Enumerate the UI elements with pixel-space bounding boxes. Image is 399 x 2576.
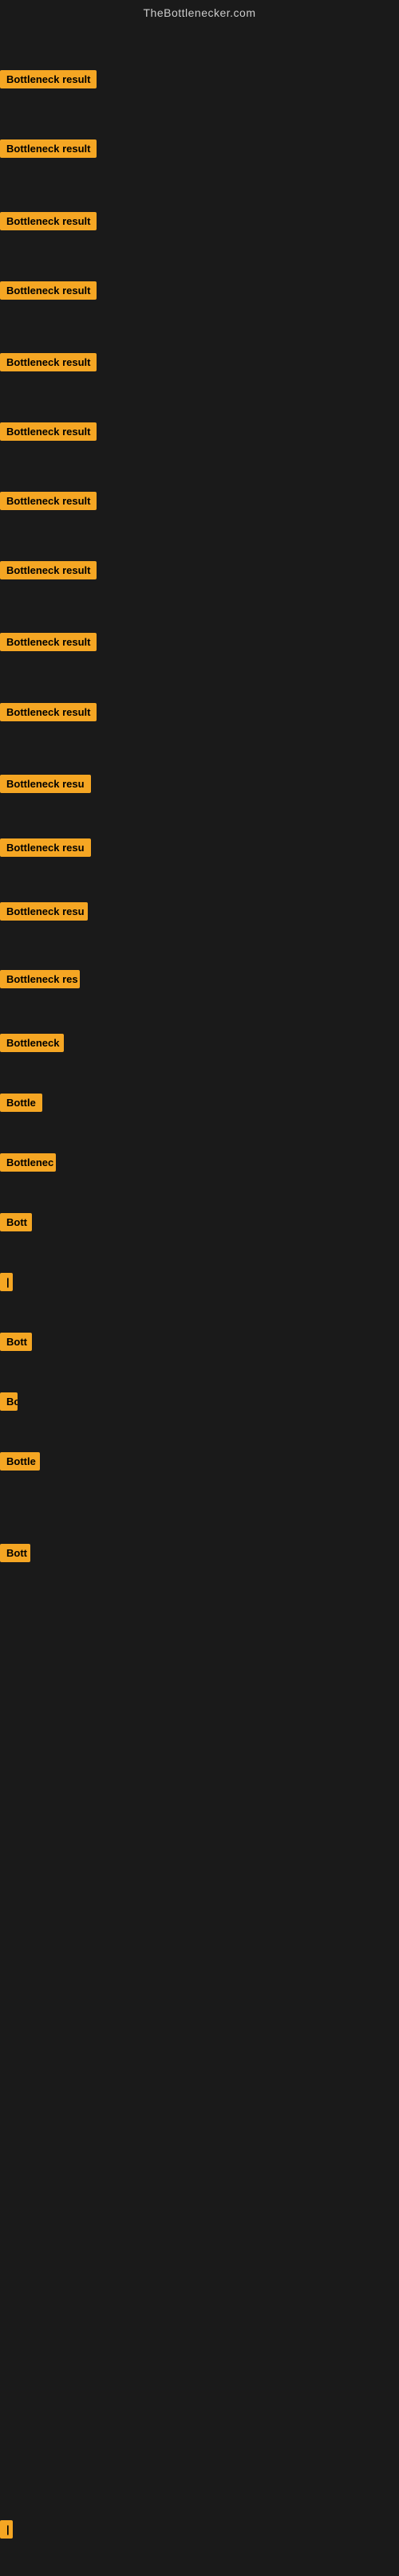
bottleneck-result-item-15[interactable]: Bottleneck [0,1034,64,1056]
bottleneck-result-item-12[interactable]: Bottleneck resu [0,838,91,861]
bottleneck-result-item-18[interactable]: Bott [0,1213,32,1235]
bottleneck-badge-3: Bottleneck result [0,212,97,230]
bottleneck-badge-14: Bottleneck res [0,970,80,988]
bottleneck-result-item-17[interactable]: Bottlenec [0,1153,56,1176]
bottleneck-badge-9: Bottleneck result [0,633,97,651]
bottleneck-badge-2: Bottleneck result [0,139,97,158]
bottleneck-badge-10: Bottleneck result [0,703,97,721]
bottleneck-badge-11: Bottleneck resu [0,775,91,793]
bottleneck-badge-12: Bottleneck resu [0,838,91,857]
bottleneck-result-item-22[interactable]: Bottle [0,1452,40,1475]
bottleneck-result-item-11[interactable]: Bottleneck resu [0,775,91,797]
bottleneck-result-item-7[interactable]: Bottleneck result [0,492,97,514]
bottleneck-badge-17: Bottlenec [0,1153,56,1172]
bottleneck-result-item-16[interactable]: Bottle [0,1094,42,1116]
bottleneck-result-item-5[interactable]: Bottleneck result [0,353,97,375]
bottleneck-badge-4: Bottleneck result [0,281,97,300]
bottleneck-result-item-10[interactable]: Bottleneck result [0,703,97,725]
bottleneck-badge-22: Bottle [0,1452,40,1471]
bottleneck-result-item-19[interactable]: | [0,1273,13,1295]
bottleneck-badge-13: Bottleneck resu [0,902,88,921]
bottleneck-result-item-6[interactable]: Bottleneck result [0,422,97,445]
bottleneck-badge-16: Bottle [0,1094,42,1112]
bottleneck-badge-20: Bott [0,1333,32,1351]
bottleneck-result-item-2[interactable]: Bottleneck result [0,139,97,162]
bottleneck-result-item-1[interactable]: Bottleneck result [0,70,97,92]
bottleneck-badge-6: Bottleneck result [0,422,97,441]
bottleneck-badge-19: | [0,1273,13,1291]
bottleneck-result-item-3[interactable]: Bottleneck result [0,212,97,234]
bottleneck-result-item-21[interactable]: Bo [0,1392,18,1415]
site-title: TheBottlenecker.com [0,0,399,26]
bottleneck-result-item-23[interactable]: Bott [0,1544,30,1566]
bottleneck-badge-24: | [0,2520,13,2539]
bottleneck-badge-23: Bott [0,1544,30,1562]
bottleneck-badge-5: Bottleneck result [0,353,97,371]
bottleneck-badge-7: Bottleneck result [0,492,97,510]
bottleneck-result-item-8[interactable]: Bottleneck result [0,561,97,583]
bottleneck-badge-15: Bottleneck [0,1034,64,1052]
bottleneck-result-item-14[interactable]: Bottleneck res [0,970,80,992]
bottleneck-badge-1: Bottleneck result [0,70,97,88]
bottleneck-badge-21: Bo [0,1392,18,1411]
bottleneck-badge-8: Bottleneck result [0,561,97,579]
bottleneck-badge-18: Bott [0,1213,32,1231]
bottleneck-result-item-24[interactable]: | [0,2520,13,2543]
bottleneck-result-item-20[interactable]: Bott [0,1333,32,1355]
bottleneck-result-item-9[interactable]: Bottleneck result [0,633,97,655]
bottleneck-result-item-4[interactable]: Bottleneck result [0,281,97,304]
bottleneck-result-item-13[interactable]: Bottleneck resu [0,902,88,925]
